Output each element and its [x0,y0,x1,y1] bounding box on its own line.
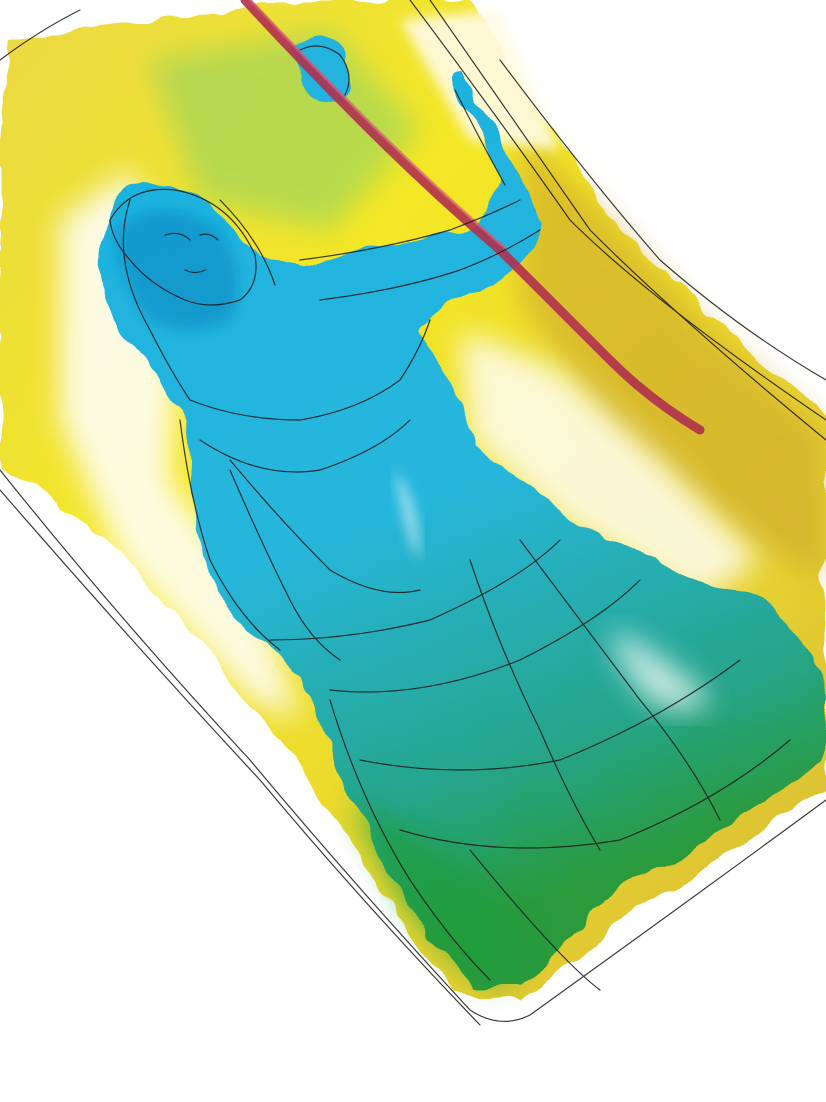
watercolor-painting [0,0,826,1026]
